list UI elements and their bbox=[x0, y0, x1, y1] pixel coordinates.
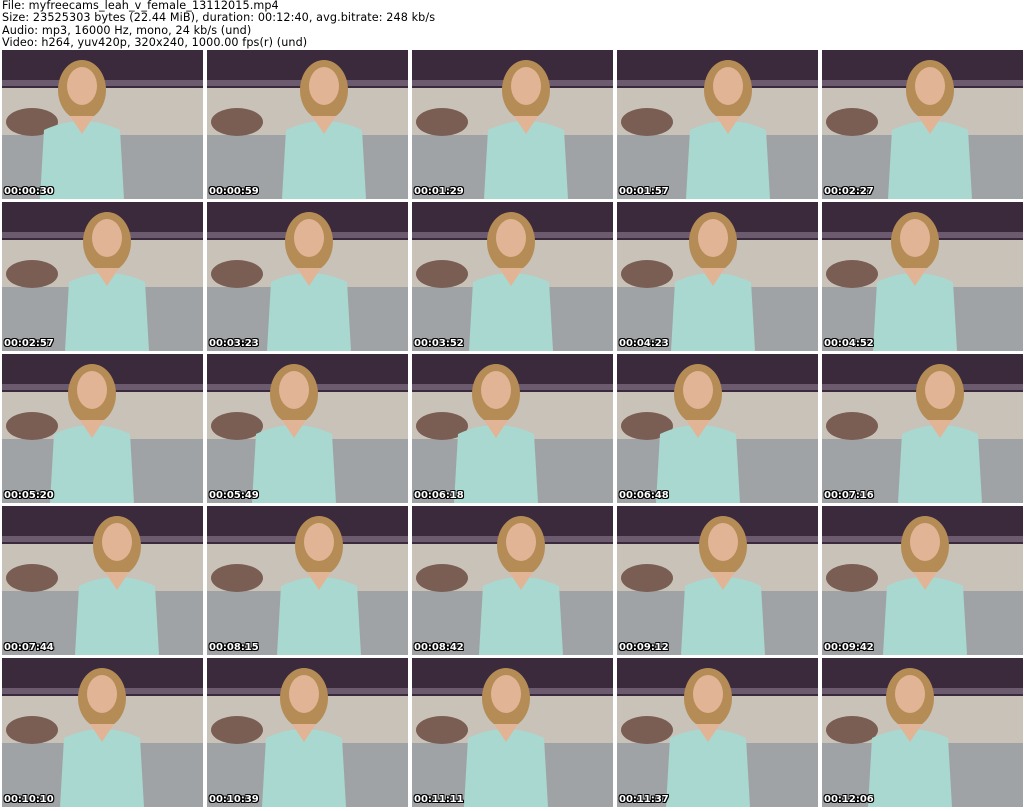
thumbnail-timestamp: 00:00:59 bbox=[209, 186, 259, 197]
thumbnail-timestamp: 00:08:15 bbox=[209, 642, 259, 653]
thumbnail-timestamp: 00:02:27 bbox=[824, 186, 874, 197]
video-thumbnail: 00:09:42 bbox=[822, 506, 1023, 655]
thumbnail-timestamp: 00:07:16 bbox=[824, 490, 874, 501]
thumbnail-frame-image bbox=[412, 506, 613, 655]
video-thumbnail: 00:03:52 bbox=[412, 202, 613, 351]
video-thumbnail: 00:00:30 bbox=[2, 50, 203, 199]
video-thumbnail: 00:08:15 bbox=[207, 506, 408, 655]
thumbnail-timestamp: 00:09:12 bbox=[619, 642, 669, 653]
video-thumbnail: 00:07:16 bbox=[822, 354, 1023, 503]
thumbnail-frame-image bbox=[2, 354, 203, 503]
thumbnail-timestamp: 00:12:06 bbox=[824, 794, 874, 805]
video-thumbnail: 00:05:49 bbox=[207, 354, 408, 503]
file-size-line: Size: 23525303 bytes (22.44 MiB), durati… bbox=[2, 11, 436, 25]
thumbnail-frame-image bbox=[2, 658, 203, 807]
video-thumbnail: 00:10:39 bbox=[207, 658, 408, 807]
video-thumbnail: 00:09:12 bbox=[617, 506, 818, 655]
thumbnail-timestamp: 00:07:44 bbox=[4, 642, 54, 653]
thumbnail-frame-image bbox=[2, 202, 203, 351]
video-thumbnail: 00:11:11 bbox=[412, 658, 613, 807]
video-info-line: Video: h264, yuv420p, 320x240, 1000.00 f… bbox=[2, 36, 308, 50]
thumbnail-frame-image bbox=[822, 506, 1023, 655]
thumbnail-timestamp: 00:05:20 bbox=[4, 490, 54, 501]
thumbnail-frame-image bbox=[412, 658, 613, 807]
thumbnail-timestamp: 00:00:30 bbox=[4, 186, 54, 197]
video-thumbnail: 00:05:20 bbox=[2, 354, 203, 503]
thumbnail-frame-image bbox=[617, 658, 818, 807]
thumbnail-timestamp: 00:11:37 bbox=[619, 794, 669, 805]
thumbnail-frame-image bbox=[822, 658, 1023, 807]
thumbnail-frame-image bbox=[2, 50, 203, 199]
thumbnail-frame-image bbox=[617, 50, 818, 199]
thumbnail-timestamp: 00:03:52 bbox=[414, 338, 464, 349]
thumbnail-timestamp: 00:01:57 bbox=[619, 186, 669, 197]
thumbnail-frame-image bbox=[207, 658, 408, 807]
video-thumbnail: 00:12:06 bbox=[822, 658, 1023, 807]
thumbnail-frame-image bbox=[617, 506, 818, 655]
thumbnail-timestamp: 00:10:39 bbox=[209, 794, 259, 805]
thumbnail-timestamp: 00:01:29 bbox=[414, 186, 464, 197]
thumbnail-timestamp: 00:05:49 bbox=[209, 490, 259, 501]
video-thumbnail: 00:07:44 bbox=[2, 506, 203, 655]
thumbnail-frame-image bbox=[822, 354, 1023, 503]
thumbnail-frame-image bbox=[822, 202, 1023, 351]
video-thumbnail: 00:02:57 bbox=[2, 202, 203, 351]
thumbnail-timestamp: 00:06:18 bbox=[414, 490, 464, 501]
video-thumbnail: 00:10:10 bbox=[2, 658, 203, 807]
video-thumbnail: 00:08:42 bbox=[412, 506, 613, 655]
thumbnail-frame-image bbox=[207, 506, 408, 655]
video-thumbnail: 00:11:37 bbox=[617, 658, 818, 807]
thumbnail-timestamp: 00:09:42 bbox=[824, 642, 874, 653]
thumbnail-timestamp: 00:03:23 bbox=[209, 338, 259, 349]
thumbnail-grid: 00:00:30 00:00:59 00:01:29 00:01:57 00:02:27… bbox=[2, 50, 1023, 809]
video-thumbnail: 00:04:52 bbox=[822, 202, 1023, 351]
thumbnail-frame-image bbox=[822, 50, 1023, 199]
thumbnail-frame-image bbox=[412, 50, 613, 199]
thumbnail-timestamp: 00:02:57 bbox=[4, 338, 54, 349]
thumbnail-timestamp: 00:06:48 bbox=[619, 490, 669, 501]
video-thumbnail: 00:03:23 bbox=[207, 202, 408, 351]
thumbnail-frame-image bbox=[617, 202, 818, 351]
video-thumbnail: 00:00:59 bbox=[207, 50, 408, 199]
thumbnail-frame-image bbox=[2, 506, 203, 655]
thumbnail-timestamp: 00:08:42 bbox=[414, 642, 464, 653]
video-thumbnail: 00:01:29 bbox=[412, 50, 613, 199]
video-thumbnail: 00:01:57 bbox=[617, 50, 818, 199]
file-info-header: File: myfreecams_leah_v_female_13112015.… bbox=[2, 0, 1022, 50]
thumbnail-timestamp: 00:04:23 bbox=[619, 338, 669, 349]
thumbnail-timestamp: 00:10:10 bbox=[4, 794, 54, 805]
video-thumbnail: 00:06:48 bbox=[617, 354, 818, 503]
thumbnail-frame-image bbox=[412, 202, 613, 351]
thumbnail-frame-image bbox=[617, 354, 818, 503]
thumbnail-timestamp: 00:04:52 bbox=[824, 338, 874, 349]
video-thumbnail: 00:02:27 bbox=[822, 50, 1023, 199]
thumbnail-frame-image bbox=[207, 202, 408, 351]
thumbnail-frame-image bbox=[412, 354, 613, 503]
video-thumbnail: 00:04:23 bbox=[617, 202, 818, 351]
thumbnail-frame-image bbox=[207, 50, 408, 199]
thumbnail-frame-image bbox=[207, 354, 408, 503]
video-thumbnail: 00:06:18 bbox=[412, 354, 613, 503]
thumbnail-timestamp: 00:11:11 bbox=[414, 794, 464, 805]
